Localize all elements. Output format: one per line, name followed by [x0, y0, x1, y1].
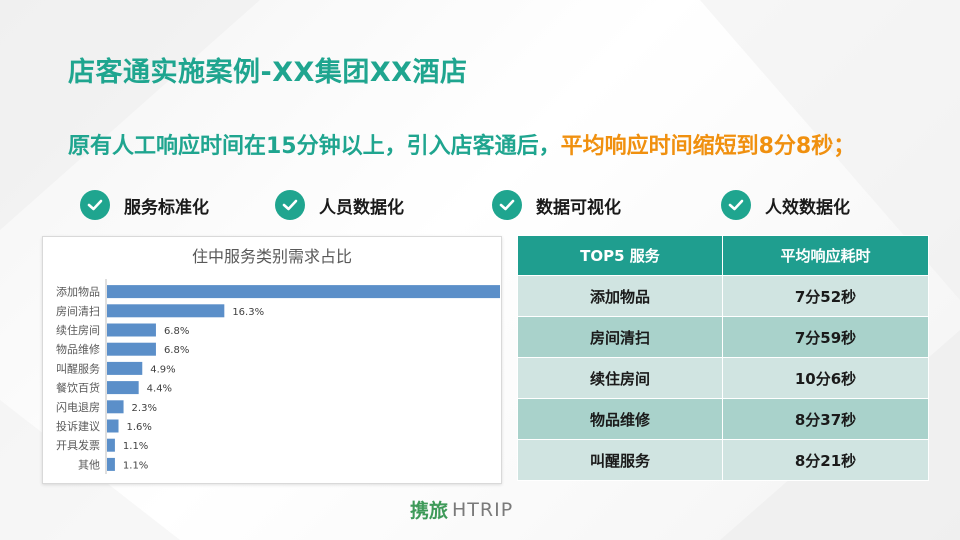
- check-icon: [275, 190, 305, 220]
- table-row: 房间清扫 7分59秒: [517, 316, 929, 358]
- table-cell-service: 添加物品: [517, 275, 723, 317]
- check-icon: [492, 190, 522, 220]
- subtitle-text: 原有人工响应时间在15分钟以上，引入店客通后，: [68, 134, 561, 159]
- chart-bar: [107, 361, 143, 375]
- table-header-time: 平均响应耗时: [722, 235, 929, 276]
- chart-bar: [107, 381, 139, 395]
- chart-category-label: 添加物品: [56, 285, 100, 299]
- table-row: 物品维修 8分37秒: [517, 398, 929, 440]
- feature-item: 服务标准化: [80, 190, 209, 220]
- chart-data-label: 4.9%: [150, 364, 175, 375]
- table-row: 续住房间 10分6秒: [517, 357, 929, 399]
- chart-bar: [107, 323, 156, 337]
- feature-label: 数据可视化: [536, 197, 621, 218]
- check-icon: [80, 190, 110, 220]
- table-cell-time: 7分59秒: [722, 316, 929, 358]
- chart-category-label: 投诉建议: [56, 419, 100, 433]
- table-row: 叫醒服务 8分21秒: [517, 439, 929, 481]
- logo-en-text: HTRIP: [452, 498, 514, 521]
- table-cell-service: 续住房间: [517, 357, 723, 399]
- chart-category-label: 房间清扫: [56, 305, 100, 318]
- top5-service-table: TOP5 服务 平均响应耗时 添加物品 7分52秒 房间清扫 7分59秒 续住房…: [517, 235, 929, 481]
- chart-data-label: 1.1%: [123, 460, 148, 471]
- table-cell-service: 物品维修: [517, 398, 723, 440]
- chart-category-label: 开具发票: [56, 438, 100, 452]
- chart-data-label: 1.1%: [123, 441, 148, 452]
- check-icon: [721, 190, 751, 220]
- table-cell-service: 叫醒服务: [517, 439, 723, 481]
- chart-category-label: 餐饮百货: [56, 381, 100, 395]
- htrip-logo: 携旅 HTRIP: [410, 496, 513, 523]
- table-cell-time: 7分52秒: [722, 275, 929, 317]
- logo-cn-text: 携旅: [410, 500, 449, 522]
- feature-list: 服务标准化 人员数据化 数据可视化 人效数据化: [0, 190, 960, 222]
- chart-bar: [107, 304, 225, 318]
- feature-label: 人效数据化: [765, 197, 850, 218]
- chart-data-label: 1.6%: [127, 422, 152, 433]
- chart-data-label: 4.4%: [147, 384, 172, 395]
- chart-plot: 添加物品54.6%房间清扫16.3%续住房间6.8%物品维修6.8%叫醒服务4.…: [56, 279, 500, 474]
- feature-label: 服务标准化: [124, 197, 209, 218]
- feature-item: 人效数据化: [721, 190, 850, 220]
- chart-category-label: 续住房间: [56, 323, 100, 337]
- chart-data-label: 6.8%: [164, 326, 189, 337]
- table-cell-time: 8分37秒: [722, 398, 929, 440]
- chart-bar: [107, 419, 119, 433]
- chart-category-label: 闪电退房: [56, 400, 100, 414]
- feature-item: 数据可视化: [492, 190, 621, 220]
- chart-data-label: 2.3%: [132, 403, 157, 414]
- page-title: 店客通实施案例-XX集团XX酒店: [68, 57, 468, 88]
- page-subtitle: 原有人工响应时间在15分钟以上，引入店客通后，平均响应时间缩短到8分8秒；: [68, 128, 855, 160]
- chart-bar: [107, 400, 124, 414]
- feature-item: 人员数据化: [275, 190, 404, 220]
- chart-bar: [107, 457, 115, 471]
- table-header-service: TOP5 服务: [517, 235, 723, 276]
- feature-label: 人员数据化: [319, 197, 404, 218]
- table-row: 添加物品 7分52秒: [517, 275, 929, 317]
- bar-chart: 住中服务类别需求占比 添加物品54.6%房间清扫16.3%续住房间6.8%物品维…: [42, 236, 502, 484]
- table-cell-time: 8分21秒: [722, 439, 929, 481]
- chart-bar: [107, 342, 156, 356]
- chart-category-label: 物品维修: [56, 342, 100, 356]
- table-header-row: TOP5 服务 平均响应耗时: [517, 235, 929, 276]
- chart-bar: [107, 438, 115, 452]
- chart-data-label: 6.8%: [164, 345, 189, 356]
- chart-category-label: 叫醒服务: [56, 362, 100, 375]
- chart-data-label: 16.3%: [232, 307, 264, 318]
- chart-bar: [107, 285, 500, 299]
- subtitle-highlight: 平均响应时间缩短到8分8秒；: [560, 134, 856, 159]
- table-cell-time: 10分6秒: [722, 357, 929, 399]
- table-cell-service: 房间清扫: [517, 316, 723, 358]
- chart-category-label: 其他: [78, 458, 100, 471]
